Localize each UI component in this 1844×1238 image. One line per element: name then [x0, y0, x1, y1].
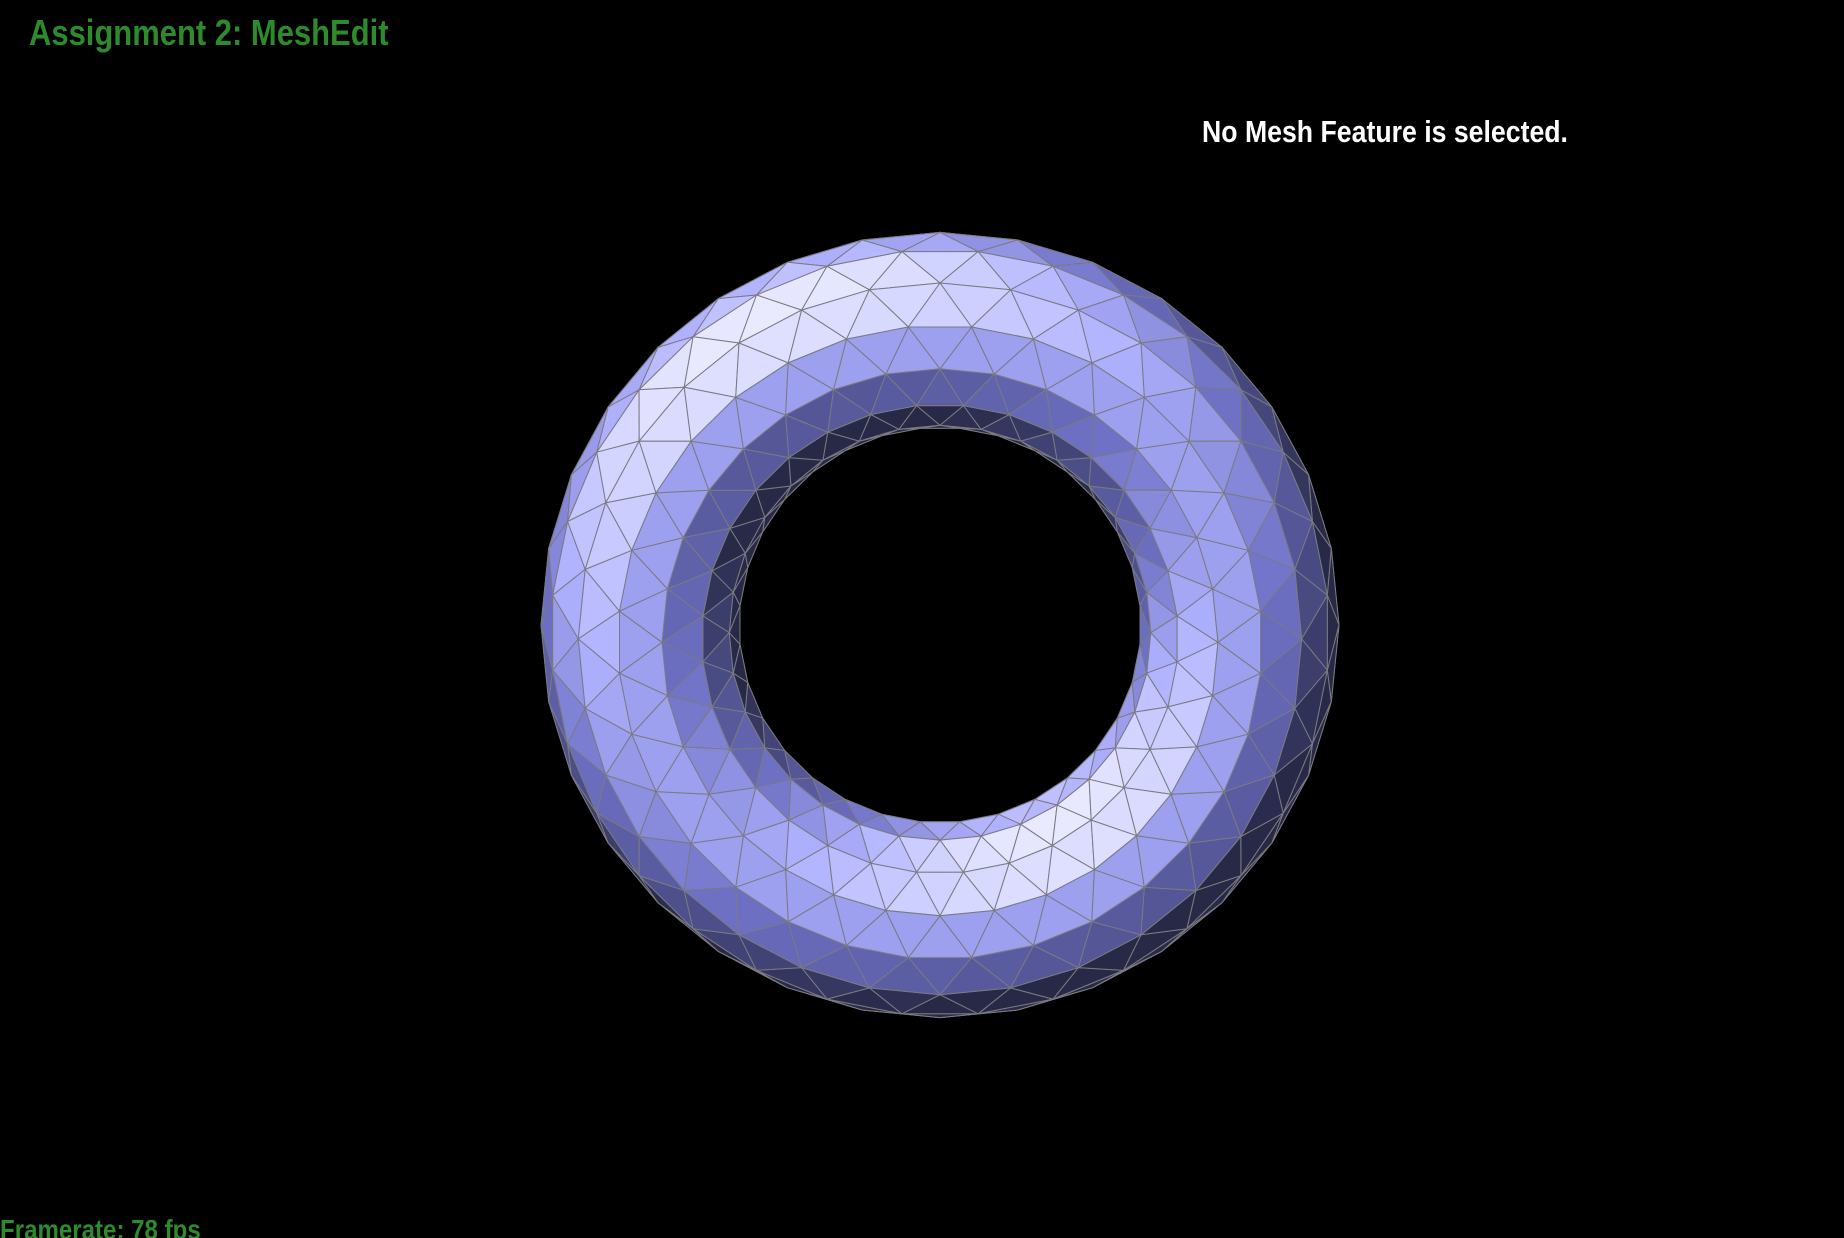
mesh-viewport[interactable]: Assignment 2: MeshEdit No Mesh Feature i…	[0, 0, 1844, 1238]
app-title: Assignment 2: MeshEdit	[29, 12, 389, 53]
mesh-face[interactable]	[762, 717, 786, 751]
mesh-face[interactable]	[901, 1013, 979, 1019]
mesh-face[interactable]	[1056, 457, 1092, 487]
mesh-face[interactable]	[1094, 717, 1118, 751]
torus-mesh[interactable]	[0, 0, 1844, 1238]
selection-status-text: No Mesh Feature is selected.	[1202, 114, 1568, 149]
framerate-readout: Framerate: 78 fps	[0, 1214, 201, 1238]
mesh-face[interactable]	[788, 457, 824, 487]
